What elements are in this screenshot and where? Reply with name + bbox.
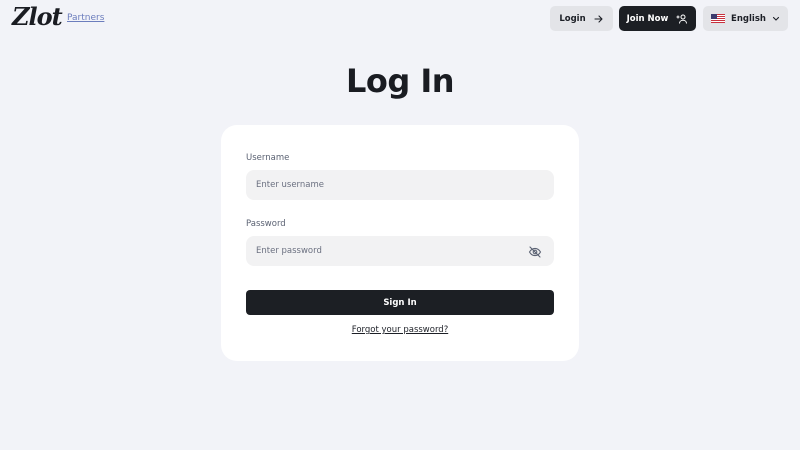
partners-link[interactable]: Partners: [67, 13, 104, 23]
arrow-right-icon: [594, 14, 604, 24]
login-button[interactable]: Login: [550, 6, 613, 31]
password-label: Password: [246, 219, 286, 229]
forgot-password-link[interactable]: Forgot your password?: [221, 325, 579, 335]
join-now-button[interactable]: Join Now: [619, 6, 696, 31]
language-label: English: [731, 13, 766, 24]
us-flag-icon: [711, 14, 726, 23]
top-nav: Zlot Partners Login Join Now English: [0, 0, 800, 38]
chevron-down-icon: [772, 16, 780, 22]
join-button-label: Join Now: [626, 13, 669, 24]
sign-in-button[interactable]: Sign In: [246, 290, 554, 315]
username-input-wrapper: [246, 170, 554, 200]
username-input[interactable]: [246, 170, 554, 200]
username-label: Username: [246, 153, 290, 163]
login-button-label: Login: [559, 13, 586, 24]
login-card: Username Password Sign In Forgot your pa…: [221, 125, 579, 361]
page-title: Log In: [345, 62, 455, 100]
site-logo[interactable]: Zlot: [12, 2, 63, 31]
language-selector[interactable]: English: [703, 6, 788, 31]
password-input-wrapper: [246, 236, 554, 266]
add-user-icon: [676, 14, 688, 24]
eye-off-icon[interactable]: [528, 244, 542, 258]
password-input[interactable]: [246, 236, 554, 266]
